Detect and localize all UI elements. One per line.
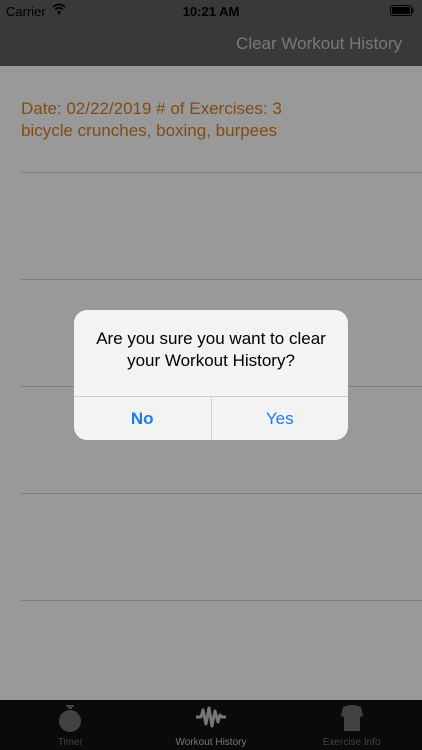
clear-history-alert: Are you sure you want to clear your Work…: [74, 310, 348, 440]
no-button[interactable]: No: [74, 397, 212, 440]
alert-button-row: No Yes: [74, 396, 348, 440]
yes-button[interactable]: Yes: [212, 397, 349, 440]
alert-message: Are you sure you want to clear your Work…: [96, 329, 326, 370]
